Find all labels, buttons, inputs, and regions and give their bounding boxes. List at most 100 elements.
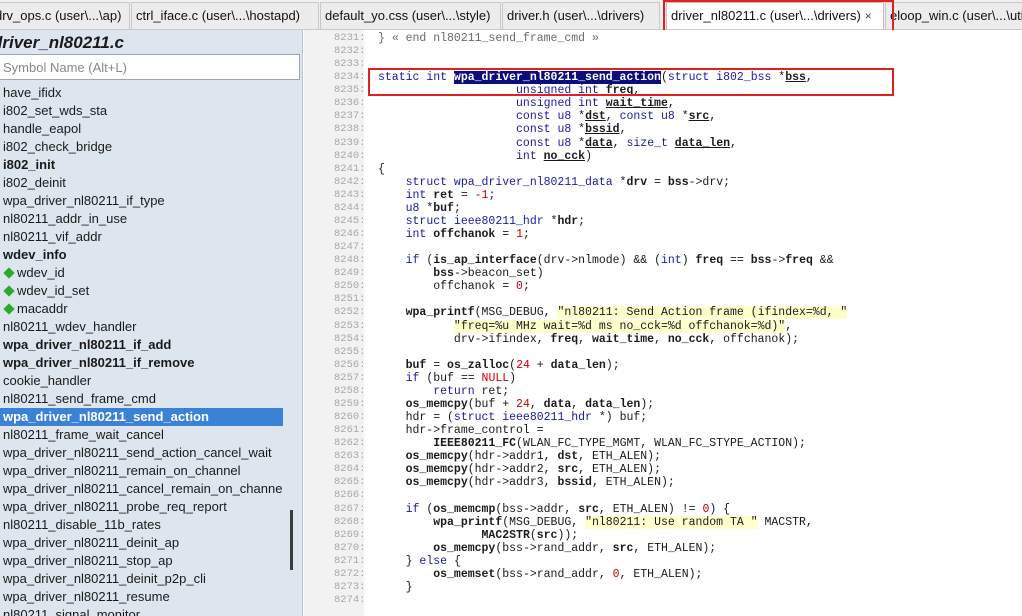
symbol-item-label: wpa_driver_nl80211_if_remove [3, 355, 195, 370]
line-number: 8267: [334, 502, 366, 515]
symbol-item[interactable]: wpa_driver_nl80211_cancel_remain_on_chan… [0, 480, 283, 498]
code-text: const u8 *dst, const u8 *src, [378, 110, 716, 123]
line-number: 8266: [334, 489, 366, 502]
tab-default-yo-css[interactable]: default_yo.css (user\...\style) [320, 2, 501, 29]
symbol-item[interactable]: wpa_driver_nl80211_if_add [0, 336, 283, 354]
symbol-item[interactable]: wdev_id [0, 264, 283, 282]
code-line: 8235: unsigned int freq, [304, 84, 1022, 97]
tab-label: default_yo.css (user\...\style) [325, 8, 491, 23]
code-token: struct ieee80211_hdr [405, 214, 551, 228]
line-number: 8245: [334, 214, 366, 227]
symbol-search-input[interactable] [0, 54, 300, 80]
symbol-item-label: wdev_info [3, 247, 67, 262]
symbol-item[interactable]: have_ifidx [0, 84, 283, 102]
symbol-item[interactable]: wpa_driver_nl80211_if_remove [0, 354, 283, 372]
line-number: 8257: [334, 371, 366, 384]
symbol-item-label: handle_eapol [3, 121, 82, 136]
code-token: bssid [585, 123, 620, 137]
symbol-item[interactable]: i802_check_bridge [0, 138, 283, 156]
code-line: 8274: [304, 594, 1022, 607]
code-token: (bss->rand_addr, [495, 567, 613, 581]
code-token: u8 [405, 201, 427, 215]
code-token: } [378, 32, 392, 45]
code-text: wpa_printf(MSG_DEBUG, "nl80211: Use rand… [378, 515, 813, 529]
code-token: data [585, 136, 613, 150]
symbol-item[interactable]: nl80211_addr_in_use [0, 210, 283, 228]
code-token: os_memcpy [433, 541, 496, 555]
symbol-item[interactable]: macaddr [0, 300, 283, 318]
symbol-item[interactable]: nl80211_signal_monitor [0, 606, 283, 616]
code-token: { [378, 162, 385, 176]
code-text: MAC2STR(src)); [378, 529, 579, 542]
code-line: 8242: struct wpa_driver_nl80211_data *dr… [304, 176, 1022, 189]
line-number: 8261: [334, 424, 366, 437]
code-token: os_memcpy [405, 476, 468, 490]
code-token: if [405, 502, 427, 516]
symbol-item[interactable]: wpa_driver_nl80211_send_action_cancel_wa… [0, 444, 283, 462]
symbol-item[interactable]: i802_init [0, 156, 283, 174]
symbol-item[interactable]: nl80211_disable_11b_rates [0, 516, 283, 534]
code-line: 8238: const u8 *bssid, [304, 123, 1022, 136]
tab-ctrl-iface[interactable]: ctrl_iface.c (user\...\hostapd) [131, 2, 319, 29]
line-number: 8243: [334, 188, 366, 201]
symbol-item[interactable]: wdev_info [0, 246, 283, 264]
line-number: 8247: [334, 241, 366, 254]
symbol-item[interactable]: cookie_handler [0, 372, 283, 390]
symbol-item[interactable]: nl80211_send_frame_cmd [0, 390, 283, 408]
line-number: 8250: [334, 280, 366, 293]
symbol-item[interactable]: wpa_driver_nl80211_probe_req_report [0, 498, 283, 516]
code-token: ) { [709, 502, 731, 516]
code-token: ; [488, 188, 496, 202]
symbol-item-label: i802_check_bridge [3, 139, 113, 154]
code-token: else [419, 554, 454, 568]
symbol-item[interactable]: wpa_driver_nl80211_send_action [0, 408, 283, 426]
line-number: 8272: [334, 567, 366, 580]
symbol-item[interactable]: nl80211_frame_wait_cancel [0, 426, 283, 444]
tab-eloop-win[interactable]: eloop_win.c (user\...\util [885, 2, 1022, 29]
code-line: 8260: hdr = (struct ieee80211_hdr *) buf… [304, 411, 1022, 424]
code-line: 8264: os_memcpy(hdr->addr2, src, ETH_ALE… [304, 463, 1022, 476]
code-token: ->beacon_set) [453, 267, 544, 281]
code-editor[interactable]: 8231:} « end nl80211_send_frame_cmd » 823… [304, 30, 1022, 616]
symbol-item[interactable]: handle_eapol [0, 120, 283, 138]
code-token: int [405, 188, 434, 202]
code-line: 8243: int ret = -1; [304, 189, 1022, 202]
tab-driver-h[interactable]: driver.h (user\...\drivers) [502, 2, 660, 29]
symbol-item[interactable]: wpa_driver_nl80211_deinit_ap [0, 534, 283, 552]
symbol-item[interactable]: wpa_driver_nl80211_stop_ap [0, 552, 283, 570]
scrollbar-thumb[interactable] [290, 510, 293, 570]
symbol-item[interactable]: wpa_driver_nl80211_if_type [0, 192, 283, 210]
symbol-item-label: cookie_handler [3, 373, 92, 388]
close-icon[interactable]: × [865, 9, 872, 23]
tab-driver-nl80211[interactable]: driver_nl80211.c (user\...\drivers) × [666, 2, 884, 29]
symbol-item[interactable]: i802_deinit [0, 174, 283, 192]
line-number: 8251: [334, 293, 366, 306]
symbol-item[interactable]: wpa_driver_nl80211_deinit_p2p_cli [0, 570, 283, 588]
symbol-item[interactable]: nl80211_vif_addr [0, 228, 283, 246]
symbol-item[interactable]: i802_set_wds_sta [0, 102, 283, 120]
code-token: bss [667, 175, 689, 189]
symbol-item[interactable]: wpa_driver_nl80211_remain_on_channel [0, 462, 283, 480]
code-token: src [557, 463, 579, 477]
symbol-item-label: nl80211_frame_wait_cancel [3, 427, 164, 442]
symbol-item[interactable]: wdev_id_set [0, 282, 283, 300]
code-token: os_memcpy [405, 463, 468, 477]
tab-drv-ops[interactable]: drv_ops.c (user\...\ap) [0, 2, 130, 29]
symbol-item[interactable]: nl80211_wdev_handler [0, 318, 283, 336]
code-text: os_memcpy(hdr->addr2, src, ETH_ALEN); [378, 463, 661, 476]
line-number: 8234: [334, 71, 366, 84]
tab-label: driver.h (user\...\drivers) [507, 8, 645, 23]
code-token: dst [585, 110, 606, 124]
line-number: 8270: [334, 541, 366, 554]
code-token: *) buf; [598, 411, 648, 425]
symbol-item[interactable]: wpa_driver_nl80211_resume [0, 588, 283, 606]
code-text: drv->ifindex, freq, wait_time, no_cck, o… [378, 333, 799, 346]
line-number: 8236: [334, 97, 366, 110]
code-line: 8252: wpa_printf(MSG_DEBUG, "nl80211: Se… [304, 306, 1022, 320]
